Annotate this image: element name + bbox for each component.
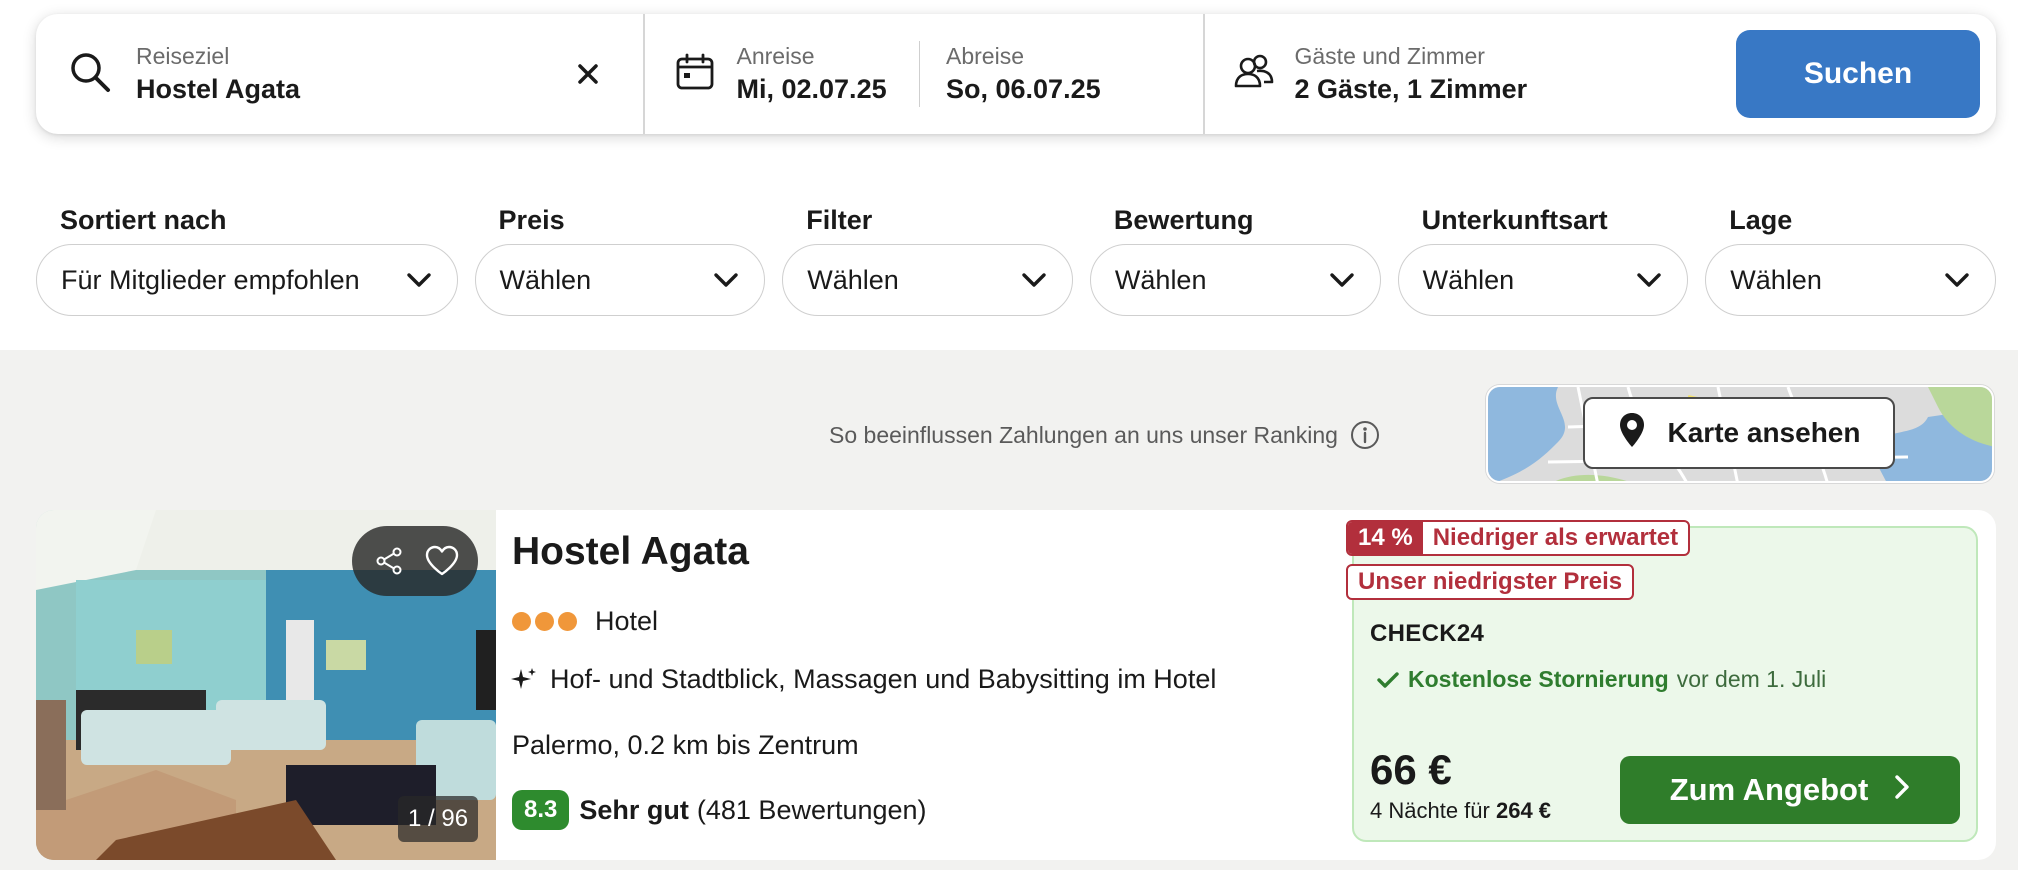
checkout-label: Abreise xyxy=(946,43,1024,69)
checkin-label: Anreise xyxy=(736,43,815,69)
destination-field[interactable]: Reiseziel Hostel Agata xyxy=(36,14,643,134)
view-map-button[interactable]: Karte ansehen xyxy=(1583,397,1895,469)
total-price-value: 264 € xyxy=(1495,798,1552,823)
total-price-prefix: 4 Nächte für xyxy=(1370,798,1490,823)
dropdown-value: Wählen xyxy=(1114,264,1207,295)
info-icon[interactable] xyxy=(1350,420,1380,450)
sparkle-icon xyxy=(510,666,538,694)
offer-provider: CHECK24 xyxy=(1370,620,1485,647)
chevron-down-icon xyxy=(712,266,740,294)
guests-label: Gäste und Zimmer xyxy=(1294,43,1485,69)
dropdown-value: Wählen xyxy=(499,264,592,295)
filter-label: Lage xyxy=(1729,205,1793,235)
dropdown-value: Wählen xyxy=(1422,264,1515,295)
property-type-dropdown[interactable]: Wählen xyxy=(1397,244,1689,316)
rating-score: 8.3 xyxy=(512,790,570,830)
chevron-down-icon xyxy=(405,266,433,294)
filter-bar: Sortiert nach Für Mitglieder empfohlen P… xyxy=(36,202,1996,316)
filter-sort: Sortiert nach Für Mitglieder empfohlen xyxy=(36,202,458,316)
share-icon[interactable] xyxy=(367,539,411,583)
lowest-price-badge: Unser niedrigster Preis xyxy=(1346,564,1635,600)
amenities: Hof- und Stadtblick, Massagen und Babysi… xyxy=(510,664,1216,695)
search-icon xyxy=(68,50,112,99)
hotel-photo[interactable]: 1 / 96 xyxy=(36,510,496,860)
checkin-value: Mi, 02.07.25 xyxy=(736,74,887,104)
photo-counter: 1 / 96 xyxy=(398,796,479,842)
checkout-field[interactable]: Abreise So, 06.07.25 xyxy=(920,14,1203,134)
filter-label: Bewertung xyxy=(1113,205,1254,235)
hotel-type: Hotel xyxy=(595,606,659,636)
view-offer-label: Zum Angebot xyxy=(1669,772,1869,807)
sort-dropdown[interactable]: Für Mitglieder empfohlen xyxy=(36,244,458,316)
price-dropdown[interactable]: Wählen xyxy=(474,244,766,316)
cancellation-deadline: vor dem 1. Juli xyxy=(1676,666,1827,692)
calendar-icon xyxy=(675,52,715,97)
view-map-label: Karte ansehen xyxy=(1667,417,1861,448)
discount-text: Niedriger als erwartet xyxy=(1432,524,1679,551)
star-dot-icon xyxy=(558,612,577,631)
filter-rating: Bewertung Wählen xyxy=(1089,202,1381,316)
hotel-card: 1 / 96 Hostel Agata Hotel Hof- und Stadt… xyxy=(36,510,1996,860)
heart-icon[interactable] xyxy=(420,539,464,583)
dropdown-value: Wählen xyxy=(807,264,899,295)
location-pin-icon xyxy=(1618,411,1646,456)
dropdown-value: Für Mitglieder empfohlen xyxy=(61,264,360,295)
destination-label: Reiseziel xyxy=(136,43,230,69)
cancellation-info: Kostenlose Stornierung vor dem 1. Juli xyxy=(1376,666,1826,693)
clear-destination-icon[interactable] xyxy=(571,57,605,91)
amenities-text: Hof- und Stadtblick, Massagen und Babysi… xyxy=(550,664,1217,694)
destination-value: Hostel Agata xyxy=(136,74,301,104)
hotel-category: Hotel xyxy=(512,606,658,637)
price-per-night: 66 € xyxy=(1370,746,1452,793)
filter-label: Unterkunftsart xyxy=(1421,205,1608,235)
ranking-text: So beeinflussen Zahlungen an uns unser R… xyxy=(829,421,1338,448)
checkin-field[interactable]: Anreise Mi, 02.07.25 xyxy=(645,14,919,134)
filter-label: Sortiert nach xyxy=(60,205,227,235)
filter-label: Filter xyxy=(806,205,873,235)
hotel-location: Palermo, 0.2 km bis Zentrum xyxy=(512,730,859,760)
star-dot-icon xyxy=(512,612,531,631)
free-cancellation: Kostenlose Stornierung xyxy=(1408,666,1669,692)
total-price: 4 Nächte für 264 € xyxy=(1370,798,1551,824)
dropdown-value: Wählen xyxy=(1730,264,1822,295)
filter-price: Preis Wählen xyxy=(474,202,766,316)
photo-actions xyxy=(352,526,478,596)
hotel-rating[interactable]: 8.3 Sehr gut (481 Bewertungen) xyxy=(512,790,927,830)
hotel-name[interactable]: Hostel Agata xyxy=(512,530,749,574)
star-dot-icon xyxy=(535,612,554,631)
ranking-note: So beeinflussen Zahlungen an uns unser R… xyxy=(829,420,1380,450)
chevron-down-icon xyxy=(1635,266,1663,294)
guests-field[interactable]: Gäste und Zimmer 2 Gäste, 1 Zimmer Suche… xyxy=(1205,14,1997,134)
check-icon xyxy=(1376,668,1400,692)
filter-filter: Filter Wählen xyxy=(782,202,1073,316)
discount-badge: 14 % Niedriger als erwartet xyxy=(1346,520,1691,556)
chevron-right-icon xyxy=(1894,772,1910,808)
users-icon xyxy=(1233,52,1275,97)
filter-location: Lage Wählen xyxy=(1705,202,1996,316)
view-offer-button[interactable]: Zum Angebot xyxy=(1620,756,1960,824)
filter-property-type: Unterkunftsart Wählen xyxy=(1397,202,1689,316)
rating-dropdown[interactable]: Wählen xyxy=(1089,244,1381,316)
chevron-down-icon xyxy=(1020,266,1048,294)
chevron-down-icon xyxy=(1943,266,1971,294)
discount-percent: 14 % xyxy=(1348,522,1423,554)
search-button[interactable]: Suchen xyxy=(1736,30,1980,118)
search-bar: Reiseziel Hostel Agata Anreise Mi, 02.07… xyxy=(36,14,1996,134)
review-count: (481 Bewertungen) xyxy=(696,794,927,825)
location-dropdown[interactable]: Wählen xyxy=(1705,244,1996,316)
filter-label: Preis xyxy=(498,205,565,235)
checkout-value: So, 06.07.25 xyxy=(946,74,1101,104)
filter-dropdown[interactable]: Wählen xyxy=(782,244,1073,316)
chevron-down-icon xyxy=(1328,266,1356,294)
guests-value: 2 Gäste, 1 Zimmer xyxy=(1294,74,1528,104)
rating-word: Sehr gut xyxy=(579,794,689,825)
